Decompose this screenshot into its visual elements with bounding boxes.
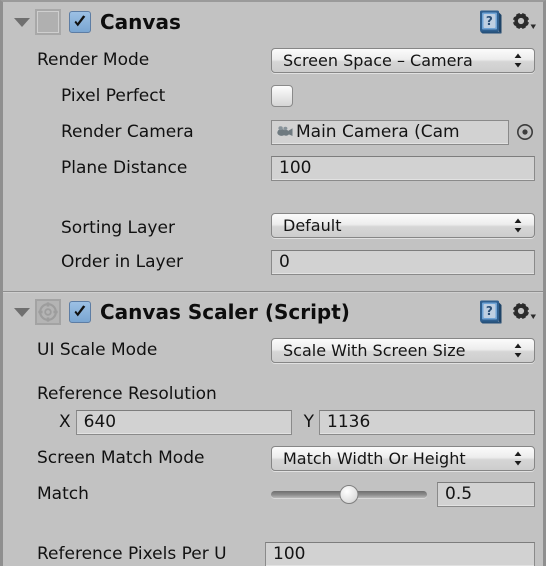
sorting-layer-label: Sorting Layer (61, 218, 175, 238)
reference-resolution-x-input[interactable]: 640 (75, 409, 292, 435)
reference-resolution-vector: X 640 Y 1136 (3, 409, 543, 435)
render-camera-object-field[interactable]: Main Camera (Cam (271, 119, 509, 145)
row-render-camera: Render Camera Main Camera (Cam (3, 114, 543, 150)
component-canvas: Canvas ? Render Mode Screen Space – Came… (3, 2, 543, 280)
row-reference-resolution-label: Reference Resolution (3, 368, 543, 404)
match-value-input[interactable]: 0.5 (437, 481, 535, 507)
screen-match-mode-value: Match Width Or Height (283, 448, 466, 468)
updown-arrow-icon (514, 343, 522, 357)
order-in-layer-label: Order in Layer (61, 252, 184, 272)
help-book-icon[interactable]: ? (479, 300, 503, 325)
render-mode-value: Screen Space – Camera (283, 50, 473, 70)
canvas-enabled-checkbox[interactable] (69, 11, 91, 33)
updown-arrow-icon (514, 53, 522, 67)
updown-arrow-icon (514, 451, 522, 465)
render-mode-control: Screen Space – Camera (271, 47, 535, 73)
order-in-layer-input[interactable]: 0 (271, 249, 535, 275)
ui-scale-mode-dropdown[interactable]: Scale With Screen Size (271, 337, 535, 363)
render-camera-value: Main Camera (Cam (296, 122, 460, 142)
svg-text:?: ? (486, 14, 493, 28)
render-camera-control: Main Camera (Cam (271, 119, 535, 145)
screen-match-mode-control: Match Width Or Height (271, 445, 535, 471)
sorting-layer-dropdown[interactable]: Default (271, 213, 535, 238)
screen-match-mode-label: Screen Match Mode (37, 448, 205, 468)
render-mode-label: Render Mode (37, 50, 150, 70)
row-pixel-perfect: Pixel Perfect (3, 78, 543, 114)
reference-resolution-x-label: X (59, 412, 71, 432)
canvas-scaler-foldout-arrow[interactable] (11, 301, 33, 323)
screen-match-mode-dropdown[interactable]: Match Width Or Height (271, 445, 535, 471)
canvas-component-header[interactable]: Canvas ? (3, 2, 543, 42)
render-camera-label: Render Camera (61, 122, 194, 142)
pixel-perfect-control (271, 85, 535, 107)
row-reference-resolution-fields: X 640 Y 1136 (3, 404, 543, 440)
component-canvas-scaler: Canvas Scaler (Script) ? UI Scale Mode S… (3, 292, 543, 566)
chevron-down-icon (14, 307, 30, 317)
match-control: 0.5 (271, 481, 535, 507)
updown-arrow-icon (514, 218, 522, 233)
gear-icon[interactable] (511, 301, 537, 323)
canvas-scaler-header-tools: ? (479, 300, 537, 325)
row-screen-match-mode: Screen Match Mode Match Width Or Height (3, 440, 543, 476)
sorting-layer-control: Default (271, 213, 535, 238)
checkmark-icon (74, 305, 86, 317)
match-label: Match (37, 484, 89, 504)
canvas-scaler-glyph (38, 302, 58, 322)
blank-component-icon (35, 9, 61, 35)
plane-distance-control: 100 (271, 155, 535, 181)
reference-pixels-per-unit-control: 100 (265, 541, 535, 566)
row-render-mode: Render Mode Screen Space – Camera (3, 42, 543, 78)
svg-text:?: ? (486, 304, 493, 318)
row-match-slider: Match 0.5 (3, 476, 543, 512)
sorting-layer-value: Default (283, 216, 342, 235)
object-picker-icon[interactable] (515, 122, 535, 142)
row-ui-scale-mode: UI Scale Mode Scale With Screen Size (3, 332, 543, 368)
canvas-scaler-enabled-checkbox[interactable] (69, 301, 91, 323)
row-plane-distance: Plane Distance 100 (3, 150, 543, 186)
match-slider-handle[interactable] (339, 484, 359, 504)
ui-scale-mode-control: Scale With Screen Size (271, 337, 535, 363)
canvas-scaler-component-header[interactable]: Canvas Scaler (Script) ? (3, 292, 543, 332)
pixel-perfect-checkbox[interactable] (271, 85, 293, 107)
camera-icon (277, 126, 293, 136)
chevron-down-icon (14, 17, 30, 27)
canvas-foldout-arrow[interactable] (11, 11, 33, 33)
reference-resolution-y-label: Y (303, 412, 315, 432)
render-mode-dropdown[interactable]: Screen Space – Camera (271, 47, 535, 73)
ui-scale-mode-label: UI Scale Mode (37, 340, 158, 360)
order-in-layer-control: 0 (271, 249, 535, 275)
plane-distance-input[interactable]: 100 (271, 155, 535, 181)
reference-pixels-per-unit-label: Reference Pixels Per U (37, 544, 227, 564)
row-sorting-layer: Sorting Layer Default (3, 186, 543, 244)
row-order-in-layer: Order in Layer 0 (3, 244, 543, 280)
inspector-panel: Canvas ? Render Mode Screen Space – Came… (0, 0, 546, 566)
plane-distance-label: Plane Distance (61, 158, 188, 178)
ui-scale-mode-value: Scale With Screen Size (283, 340, 466, 360)
canvas-title: Canvas (100, 10, 181, 34)
canvas-scaler-script-icon (35, 299, 61, 325)
canvas-header-tools: ? (479, 10, 537, 35)
pixel-perfect-label: Pixel Perfect (61, 86, 166, 106)
row-reference-pixels-per-unit: Reference Pixels Per U 100 (3, 536, 543, 566)
help-book-icon[interactable]: ? (479, 10, 503, 35)
reference-pixels-per-unit-input[interactable]: 100 (265, 541, 535, 566)
reference-resolution-y-input[interactable]: 1136 (319, 409, 536, 435)
checkmark-icon (74, 15, 86, 27)
reference-resolution-label: Reference Resolution (37, 384, 217, 404)
match-slider[interactable] (271, 482, 427, 507)
gear-icon[interactable] (511, 11, 537, 33)
canvas-scaler-title: Canvas Scaler (Script) (100, 300, 350, 324)
